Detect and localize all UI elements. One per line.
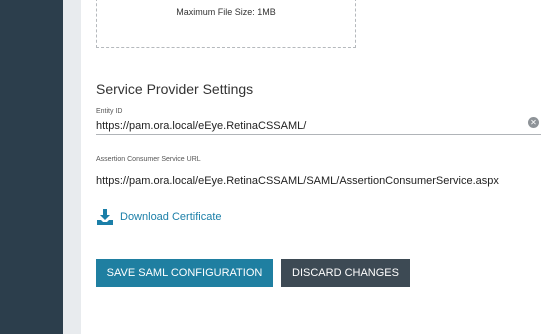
download-certificate-link[interactable]: Download Certificate [96, 208, 222, 226]
download-certificate-label: Download Certificate [120, 211, 222, 223]
entity-id-label: Entity ID [96, 108, 123, 115]
content-gutter [63, 0, 81, 334]
section-title-service-provider: Service Provider Settings [96, 81, 254, 97]
file-upload-dropzone[interactable]: Maximum File Size: 1MB [96, 0, 356, 48]
clear-icon[interactable]: ✕ [528, 117, 539, 128]
acs-url-label: Assertion Consumer Service URL [96, 156, 201, 163]
download-icon [97, 209, 113, 225]
save-saml-configuration-button[interactable]: SAVE SAML CONFIGURATION [96, 259, 273, 287]
acs-url-value: https://pam.ora.local/eEye.RetinaCSSAML/… [96, 175, 499, 187]
max-file-size-note: Maximum File Size: 1MB [176, 7, 276, 17]
entity-id-underline [96, 134, 541, 135]
left-navigation-bar [0, 0, 63, 334]
discard-changes-button[interactable]: DISCARD CHANGES [281, 259, 410, 287]
entity-id-input[interactable]: https://pam.ora.local/eEye.RetinaCSSAML/ [96, 120, 306, 132]
